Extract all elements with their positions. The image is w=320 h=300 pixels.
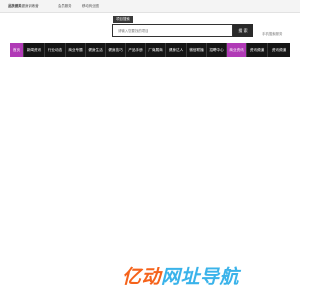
nav-item-channel-1[interactable]: 资讯频道 [247,43,268,57]
main-nav: 首页 新闻资讯 行业动态 商业专题 健身生活 健身技巧 产品手册 厂商展商 健身… [10,43,290,57]
nav-item-news[interactable]: 新闻资讯 [24,43,45,57]
brand-title[interactable]: 品族健美 [8,4,22,8]
logo-part-1: 亿动 [122,266,162,288]
top-bar: 品族健美健身训练营 会员服务 移动商业圈 [0,0,300,13]
top-link-member[interactable]: 会员服务 [58,0,72,12]
brand-name[interactable]: 品族健美健身训练营 [8,0,39,12]
nav-item-wechat[interactable]: 微信联播 [187,43,207,57]
nav-item-life[interactable]: 健身生活 [86,43,106,57]
search-tab[interactable]: 项目搜索 [113,16,133,23]
nav-item-special[interactable]: 商业专题 [66,43,86,57]
brand-suffix[interactable]: 健身训练营 [22,4,39,8]
site-logo[interactable]: 亿动网址导航 [122,265,297,289]
logo-part-2: 网址导航 [161,266,240,288]
search-button[interactable]: 搜 索 [233,24,253,37]
nav-item-jobs[interactable]: 招聘中心 [207,43,227,57]
search-side-link[interactable]: 手机搜索服务 [262,31,282,36]
nav-item-business[interactable]: 商业资讯 [227,43,247,57]
nav-item-products[interactable]: 产品手册 [126,43,146,57]
nav-item-tips[interactable]: 健身技巧 [106,43,126,57]
top-link-mobile[interactable]: 移动商业圈 [82,0,99,12]
nav-item-vendors[interactable]: 厂商展商 [146,43,166,57]
search-input[interactable] [112,24,233,37]
nav-item-experts[interactable]: 健身达人 [166,43,187,57]
nav-item-home[interactable]: 首页 [10,43,24,57]
nav-item-channel-2[interactable]: 资讯频道 [268,43,290,57]
nav-item-industry[interactable]: 行业动态 [45,43,66,57]
